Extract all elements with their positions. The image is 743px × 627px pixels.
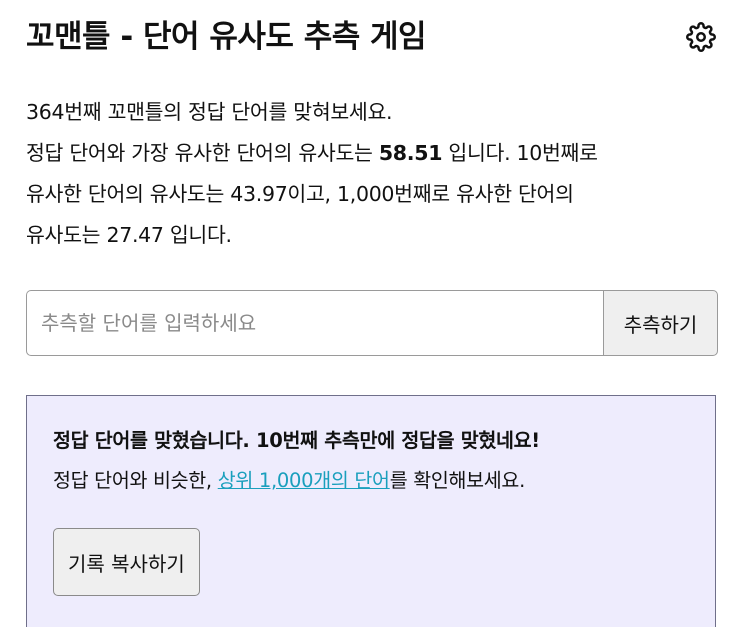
intro-line-2-prefix: 정답 단어와 가장 유사한 단어의 유사도는	[26, 141, 379, 165]
guess-button[interactable]: 추측하기	[603, 290, 718, 356]
guess-form: 추측하기	[26, 290, 718, 356]
intro-line-4: 유사도는 27.47 입니다.	[26, 223, 232, 247]
intro-line-2: 정답 단어와 가장 유사한 단어의 유사도는 58.51 입니다. 10번째로	[26, 133, 716, 174]
page: 꼬맨틀 - 단어 유사도 추측 게임 364번째 꼬맨틀의 정답 단어를 맞혀보…	[0, 0, 743, 627]
intro-line-3: 유사한 단어의 유사도는 43.97이고, 1,000번째로 유사한 단어의	[26, 182, 574, 206]
result-message: 정답 단어와 비슷한, 상위 1,000개의 단어를 확인해보세요.	[53, 464, 525, 498]
result-panel: 정답 단어를 맞혔습니다. 10번째 추측만에 정답을 맞혔네요! 정답 단어와…	[26, 395, 716, 627]
intro-line-2-suffix: 입니다. 10번째로	[442, 141, 598, 165]
result-message-prefix: 정답 단어와 비슷한,	[53, 469, 218, 492]
intro-line-1: 364번째 꼬맨틀의 정답 단어를 맞혀보세요.	[26, 100, 393, 124]
header: 꼬맨틀 - 단어 유사도 추측 게임	[26, 12, 716, 62]
result-message-suffix: 를 확인해보세요.	[389, 469, 526, 492]
page-title: 꼬맨틀 - 단어 유사도 추측 게임	[26, 19, 427, 55]
result-title: 정답 단어를 맞혔습니다. 10번째 추측만에 정답을 맞혔네요!	[53, 429, 540, 452]
intro-text: 364번째 꼬맨틀의 정답 단어를 맞혀보세요. 정답 단어와 가장 유사한 단…	[26, 92, 716, 256]
top-words-link[interactable]: 상위 1,000개의 단어	[218, 469, 390, 492]
gear-icon[interactable]	[686, 22, 716, 52]
copy-record-button[interactable]: 기록 복사하기	[53, 528, 200, 596]
guess-input[interactable]	[26, 290, 603, 356]
top-similarity-value: 58.51	[378, 141, 443, 165]
